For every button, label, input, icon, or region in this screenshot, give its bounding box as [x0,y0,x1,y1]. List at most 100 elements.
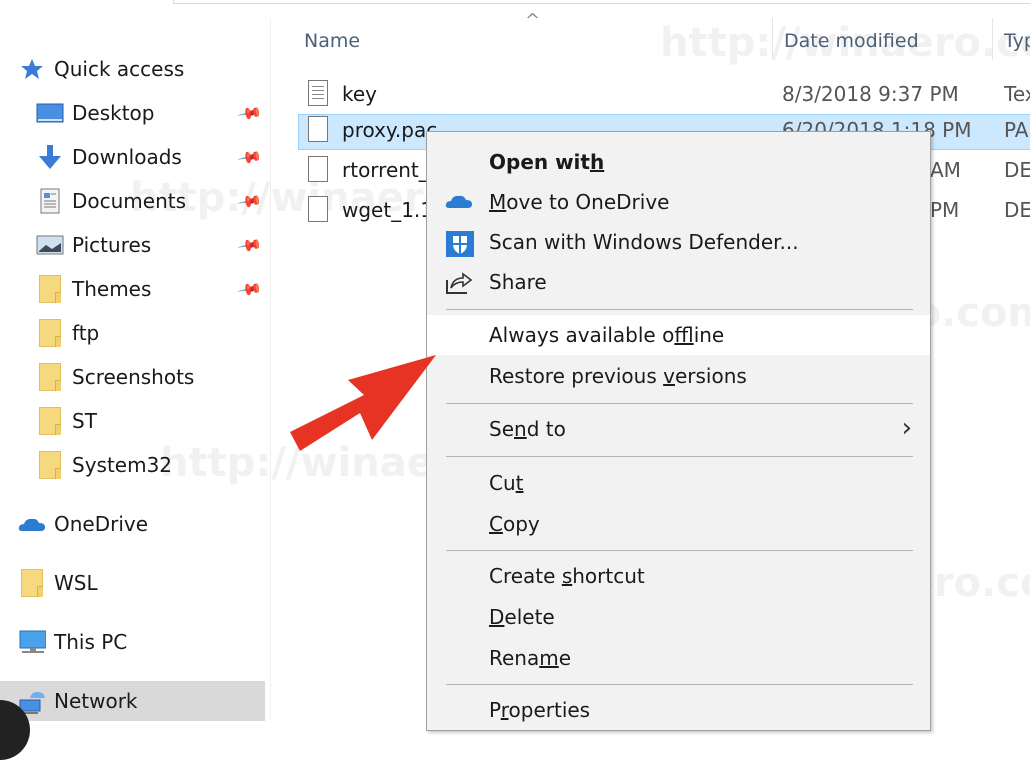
folder-icon [36,319,64,347]
menu-item-create-shortcut[interactable]: Create shortcut [427,556,930,596]
menu-item-properties[interactable]: Properties [427,690,930,730]
documents-icon [36,188,64,214]
menu-label: Cut [489,471,524,495]
nav-label: Documents [72,189,187,213]
text-file-icon [308,80,328,106]
file-name: proxy.pac [342,118,438,142]
menu-separator [446,309,913,310]
nav-label: This PC [54,630,128,654]
share-icon [445,270,475,296]
file-name: wget_1.1 [342,198,434,222]
pin-icon[interactable]: 📌 [236,188,263,215]
menu-separator [446,684,913,685]
windows-defender-shield-icon [445,230,475,257]
sort-ascending-icon: ^ [525,10,541,31]
annotation-arrow-icon [290,355,436,451]
address-bar-edge [173,0,1030,4]
nav-label: System32 [72,453,173,477]
pictures-icon [36,233,64,257]
menu-item-move-to-onedrive[interactable]: Move to OneDrive [427,182,930,222]
file-name: rtorrent_ [342,158,429,182]
quick-access-star-icon [18,57,46,81]
file-type: DE [1004,158,1030,182]
file-date: 8/3/2018 9:37 PM [782,82,959,106]
file-row-key[interactable]: key 8/3/2018 9:37 PM Tex [298,78,1030,114]
menu-label: Properties [489,698,591,722]
nav-item-quick-access[interactable]: Quick access [0,49,265,89]
menu-item-scan-defender[interactable]: Scan with Windows Defender... [427,222,930,262]
nav-item-desktop[interactable]: Desktop 📌 [0,93,265,133]
menu-label: Scan with Windows Defender... [489,230,799,254]
folder-icon [18,569,46,597]
menu-label: Restore previous versions [489,364,747,388]
menu-label: Delete [489,605,555,629]
pane-divider[interactable] [270,18,271,720]
file-icon [308,156,328,182]
nav-item-screenshots[interactable]: Screenshots [0,357,265,397]
pin-icon[interactable]: 📌 [236,144,263,171]
nav-item-st[interactable]: ST [0,401,265,441]
nav-item-documents[interactable]: Documents 📌 [0,181,265,221]
menu-item-share[interactable]: Share [427,262,930,302]
menu-label: Open with [489,150,605,174]
menu-item-open-with[interactable]: Open with [427,142,930,182]
column-header-name[interactable]: Name [304,30,360,52]
onedrive-cloud-icon [445,190,475,216]
file-icon [308,116,328,142]
menu-label: Create shortcut [489,564,645,588]
column-header-date-modified[interactable]: Date modified [784,30,919,52]
column-separator[interactable] [772,18,773,60]
onedrive-cloud-icon [18,512,46,536]
folder-icon [36,363,64,391]
pin-icon[interactable]: 📌 [236,232,263,259]
nav-label: Pictures [72,233,152,257]
menu-item-always-available-offline[interactable]: Always available offline [427,315,930,355]
nav-item-ftp[interactable]: ftp [0,313,265,353]
downloads-arrow-icon [36,145,64,169]
nav-label: Themes [72,277,152,301]
file-date: PM [930,198,960,222]
nav-item-network[interactable]: Network [0,681,265,721]
file-icon [308,196,328,222]
nav-item-onedrive[interactable]: OneDrive [0,504,265,544]
pin-icon[interactable]: 📌 [236,276,263,303]
nav-item-pictures[interactable]: Pictures 📌 [0,225,265,265]
this-pc-monitor-icon [18,630,46,654]
menu-item-cut[interactable]: Cut [427,463,930,503]
menu-item-rename[interactable]: Rename [427,638,930,678]
nav-label: WSL [54,571,98,595]
desktop-icon [36,101,64,125]
menu-item-send-to[interactable]: Send to › [427,409,930,449]
menu-label: Copy [489,512,540,536]
column-separator[interactable] [992,18,993,60]
nav-item-wsl[interactable]: WSL [0,563,265,603]
context-menu: Open with Move to OneDrive Scan with Win… [426,131,931,731]
nav-label: Screenshots [72,365,195,389]
menu-item-restore-previous-versions[interactable]: Restore previous versions [427,356,930,396]
nav-item-downloads[interactable]: Downloads 📌 [0,137,265,177]
menu-item-delete[interactable]: Delete [427,597,930,637]
nav-label: Desktop [72,101,155,125]
pin-icon[interactable]: 📌 [236,100,263,127]
menu-label: Share [489,270,547,294]
nav-label: OneDrive [54,512,149,536]
nav-label: ST [72,409,97,433]
nav-item-system32[interactable]: System32 [0,445,265,485]
navigation-pane: Quick access Desktop 📌 Downloads 📌 Docum… [0,0,265,721]
nav-label: Quick access [54,57,185,81]
nav-label: Network [54,689,138,713]
menu-item-copy[interactable]: Copy [427,504,930,544]
chevron-right-icon: › [901,413,912,443]
folder-icon [36,407,64,435]
menu-separator [446,456,913,457]
nav-item-this-pc[interactable]: This PC [0,622,265,662]
nav-label: Downloads [72,145,182,169]
file-type: Tex [1004,82,1030,106]
column-header-type[interactable]: Typ [1004,30,1030,52]
file-date: AM [930,158,961,182]
menu-label: Always available offline [489,323,725,347]
menu-separator [446,403,913,404]
file-name: key [342,82,378,106]
menu-separator [446,550,913,551]
nav-item-themes[interactable]: Themes 📌 [0,269,265,309]
